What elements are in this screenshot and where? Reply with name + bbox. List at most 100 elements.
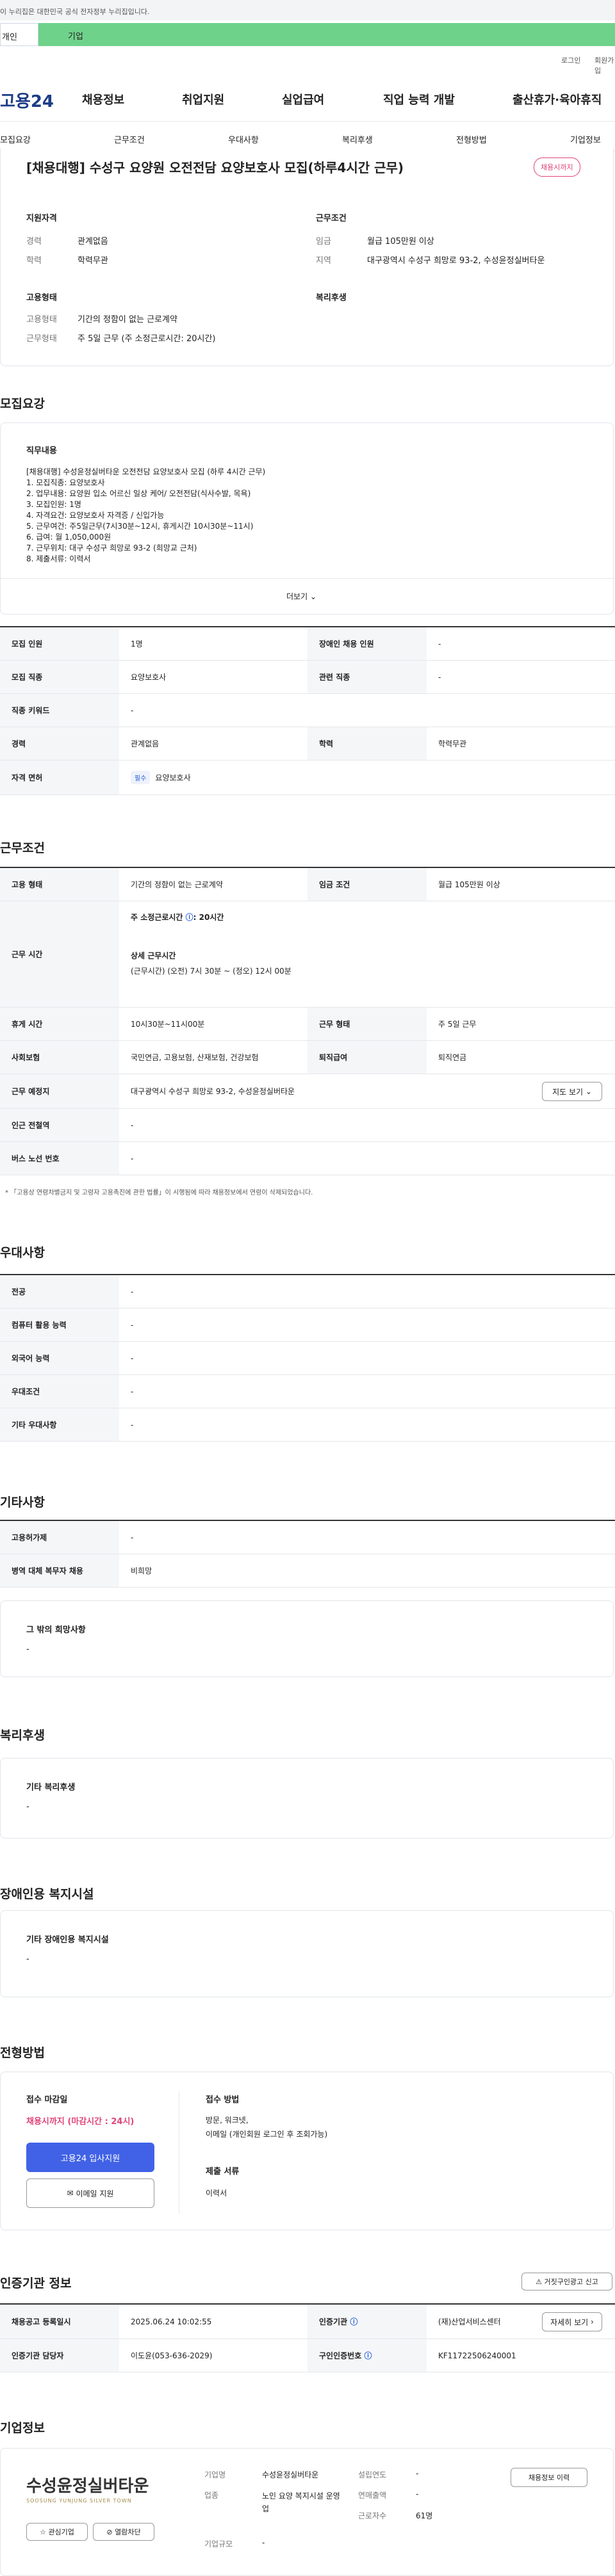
detail-button[interactable]: 자세히 보기 › <box>542 2312 602 2331</box>
detail-label: 자세히 보기 <box>550 2317 589 2327</box>
table-row: 고용 형태 기간의 정함이 없는 근로계약 임금 조건 월급 105만원 이상 <box>0 868 615 901</box>
tab-person[interactable]: 개인 <box>0 23 38 46</box>
site-logo[interactable]: 고용24 <box>0 88 54 112</box>
industry-value: 노인 요양 복지시설 운영업 <box>262 2491 340 2513</box>
company-logo-text: 수성윤정실버타운 <box>26 2477 149 2496</box>
row-label: 병역 대체 복무자 채용 <box>0 1554 119 1587</box>
duty-card: 직무내용 [채용대행] 수성윤정실버타운 오전전담 요양보호사 모집 (하루 4… <box>0 423 614 615</box>
section-nav: 모집요강 근무조건 우대사항 복리후생 전형방법 기업정보 <box>0 125 615 151</box>
block-label: 열람차단 <box>115 2528 141 2536</box>
loc-label: 지역 <box>316 256 331 266</box>
other-wish-card: 그 밖의 희망사항 - <box>0 1600 614 1677</box>
founded-label: 설립연도 <box>358 2470 387 2479</box>
section-pref-title: 우대사항 <box>0 1246 45 1260</box>
gnb-unemployment-benefit[interactable]: 실업급여 <box>282 91 324 108</box>
tab-business[interactable]: 기업 <box>38 23 615 46</box>
info-icon[interactable]: ⓘ <box>350 2316 357 2327</box>
table-row: 전공 - <box>0 1275 615 1308</box>
subnav-work[interactable]: 근무조건 <box>114 133 145 145</box>
chevron-right-icon: › <box>591 2317 594 2326</box>
block-company-button[interactable]: ⊘ 열람차단 <box>93 2523 154 2541</box>
gnb-job-info[interactable]: 채용정보 <box>82 91 124 108</box>
row-label: 장애인 채용 인원 <box>308 627 427 660</box>
row-label: 임금 조건 <box>308 868 427 901</box>
subnav-pref[interactable]: 우대사항 <box>228 133 259 145</box>
row-label: 구인인증번호 ⓘ <box>308 2339 427 2372</box>
sales-value: - <box>416 2490 419 2499</box>
warning-icon: ⚠ <box>536 2277 542 2286</box>
table-row: 외국어 능력 - <box>0 1342 615 1375</box>
table-row: 모집 직종 요양보호사 관련 직종 - <box>0 661 615 694</box>
welfare-other-title: 기타 복리후생 <box>26 1783 76 1792</box>
scale-label: 기업규모 <box>204 2540 233 2548</box>
more-button[interactable]: 더보기 ⌄ <box>286 591 316 602</box>
subnav-apply[interactable]: 전형방법 <box>456 133 487 145</box>
favorite-company-button[interactable]: ☆ 관심기업 <box>26 2523 88 2541</box>
row-value: - <box>438 639 441 648</box>
required-tag: 필수 <box>131 771 151 784</box>
row-value: 월급 105만원 이상 <box>438 880 500 889</box>
employees-label: 근로자수 <box>358 2511 387 2520</box>
row-value: (재)산업서비스센터 <box>438 2317 501 2326</box>
row-value: - <box>131 1533 134 1542</box>
subnav-company[interactable]: 기업정보 <box>570 133 601 145</box>
row-label: 버스 노선 번호 <box>0 1142 119 1175</box>
row-label: 모집 직종 <box>0 661 119 693</box>
login-link[interactable]: 로그인 <box>561 55 580 65</box>
row-label: 모집 인원 <box>0 627 119 660</box>
row-label: 관련 직종 <box>308 661 427 693</box>
duty-line: 7. 근무위치: 대구 수성구 희망로 93-2 (희망교 근처) <box>26 543 197 552</box>
info-icon[interactable]: ⓘ <box>364 2350 372 2361</box>
gnb-employment-support[interactable]: 취업지원 <box>182 91 224 108</box>
email-apply-button[interactable]: ✉ 이메일 지원 <box>26 2178 154 2208</box>
gov-notice-bar: 이 누리집은 대한민국 공식 전자정부 누리집입니다. <box>0 0 615 20</box>
loc-value: 대구광역시 수성구 희망로 93-2, 수성윤정실버타운 <box>367 256 545 266</box>
join-link[interactable]: 회원가입 <box>594 55 615 76</box>
row-value: 요양보호사 <box>131 673 167 682</box>
age-notice: * 「고용상 연령차별금지 및 고령자 고용촉진에 관한 법률」이 시행됨에 따… <box>5 1189 313 1196</box>
table-row: 인증기관 담당자 이도윤(053-636-2029) 구인인증번호 ⓘ KF11… <box>0 2339 615 2372</box>
favorite-label: 관심기업 <box>48 2528 74 2536</box>
row-value: - <box>131 1320 134 1330</box>
row-label: 전공 <box>0 1275 119 1308</box>
user-type-tabs: 개인 기업 <box>0 23 615 46</box>
info-icon[interactable]: ⓘ <box>186 913 193 922</box>
method-value: 이메일 (개인회원 로그인 후 조회가능) <box>206 2130 328 2139</box>
section-work-title: 근무조건 <box>0 841 45 855</box>
detail-hours-title: 상세 근무시간 <box>131 951 176 960</box>
deadline-title: 접수 마감일 <box>26 2095 68 2105</box>
job-history-button[interactable]: 채용정보 이력 <box>511 2468 587 2487</box>
row-value: - <box>131 1420 134 1429</box>
gnb-vocational-training[interactable]: 직업 능력 개발 <box>383 91 455 108</box>
row-value: 기간의 정함이 없는 근로계약 <box>131 880 223 889</box>
qual-title: 지원자격 <box>26 214 57 223</box>
emptype-label: 고용형태 <box>26 315 57 325</box>
apply-online-button[interactable]: 고용24 입사지원 <box>26 2143 154 2172</box>
industry-label: 업종 <box>204 2491 219 2500</box>
row-value: - <box>131 1387 134 1396</box>
row-value: - <box>438 672 441 682</box>
company-logo-subtext: SOOSUNG YUNJUNG SILVER TOWN <box>26 2498 132 2504</box>
subnav-welfare[interactable]: 복리후생 <box>342 133 373 145</box>
report-ad-button[interactable]: ⚠ 거짓구인광고 신고 <box>521 2273 612 2290</box>
disabled-title: 기타 장애인용 복지시설 <box>26 1935 109 1945</box>
gnb-parental-leave[interactable]: 출산휴가·육아휴직 <box>512 91 602 108</box>
row-label: 직종 키워드 <box>0 694 119 727</box>
table-row: 병역 대체 복무자 채용 비희망 <box>0 1554 615 1588</box>
cond-title: 근무조건 <box>316 214 347 223</box>
section-etc-title: 기타사항 <box>0 1495 45 1509</box>
map-button-label: 지도 보기 <box>552 1087 584 1097</box>
subnav-recruit[interactable]: 모집요강 <box>0 133 31 145</box>
table-row: 근무 예정지 대구광역시 수성구 희망로 93-2, 수성윤정실버타운 지도 보… <box>0 1074 615 1109</box>
duty-line: 4. 자격요건: 요양보호사 자격증 / 신입가능 <box>26 511 165 520</box>
row-value: 10시30분~11시00분 <box>131 1020 205 1029</box>
section-company-title: 기업정보 <box>0 2421 45 2435</box>
welfare-title: 복리후생 <box>316 293 347 303</box>
row-value: - <box>131 1120 134 1130</box>
block-icon: ⊘ <box>106 2527 113 2536</box>
docs-title: 제출 서류 <box>206 2167 240 2177</box>
cert-number-label: 구인인증번호 <box>319 2351 362 2360</box>
table-row: 기타 우대사항 - <box>0 1408 615 1442</box>
map-button[interactable]: 지도 보기 ⌄ <box>542 1082 602 1101</box>
docs-value: 이력서 <box>206 2189 227 2198</box>
